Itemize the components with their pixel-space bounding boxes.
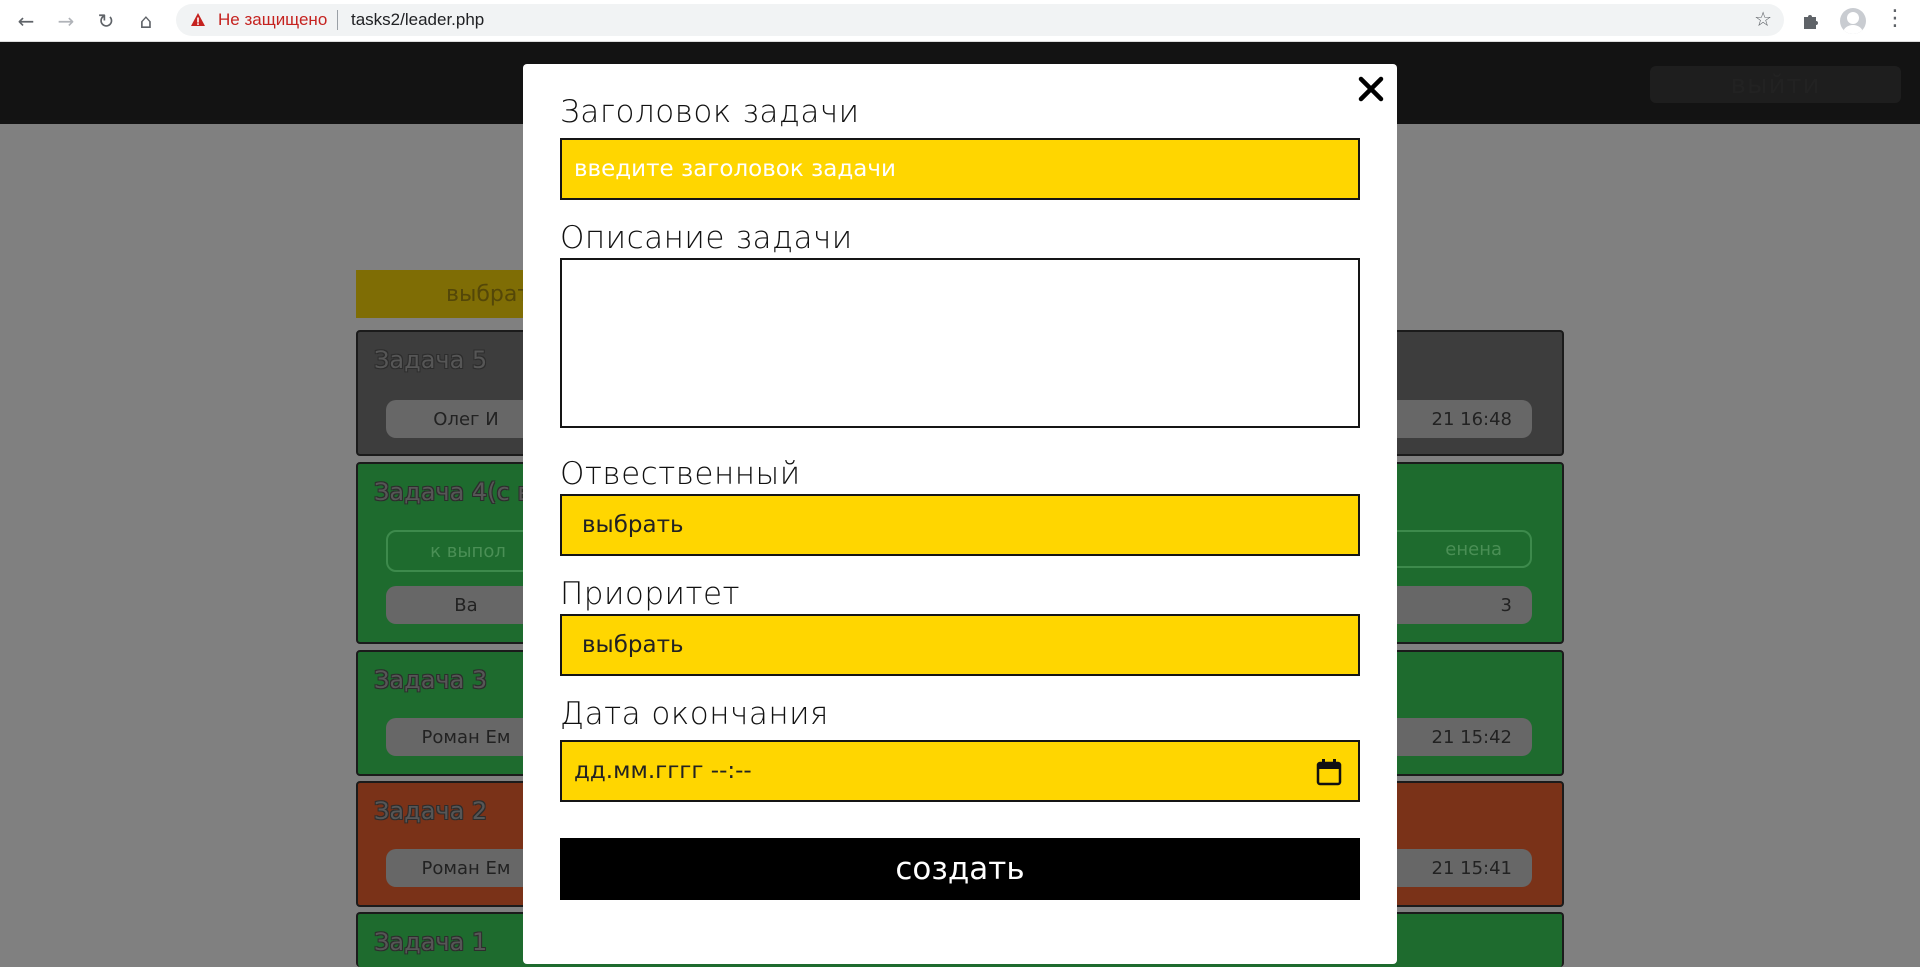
responsible-select[interactable]: выбрать [560, 494, 1360, 556]
task-title: Задача 3 [374, 666, 488, 694]
description-textarea[interactable] [560, 258, 1360, 428]
url-separator [337, 10, 338, 30]
url-text[interactable]: tasks2/leader.php [351, 10, 484, 30]
description-field-label: Описание задачи [560, 220, 853, 256]
reload-icon[interactable]: ↻ [92, 7, 120, 35]
close-icon[interactable] [1356, 74, 1386, 104]
address-bar[interactable]: Не защищено tasks2/leader.php ☆ [176, 4, 1784, 36]
not-secure-label[interactable]: Не защищено [218, 10, 327, 30]
calendar-icon[interactable] [1316, 758, 1342, 786]
task-title: Задача 4(с в [374, 478, 532, 506]
bookmark-star-icon[interactable]: ☆ [1754, 7, 1772, 31]
home-icon[interactable]: ⌂ [132, 7, 160, 35]
profile-avatar[interactable] [1840, 8, 1866, 34]
task-title-input[interactable]: введите заголовок задачи [560, 138, 1360, 200]
priority-field-label: Приоритет [560, 576, 741, 612]
create-button[interactable]: создать [560, 838, 1360, 900]
warning-icon [191, 13, 205, 26]
back-icon[interactable]: ← [12, 7, 40, 35]
responsible-field-label: Отвественный [560, 456, 801, 492]
end-date-field-label: Дата окончания [560, 696, 829, 732]
task-title: Задача 5 [374, 346, 488, 374]
end-date-placeholder: дд.мм.гггг --:-- [574, 758, 752, 784]
browser-toolbar: ← → ↻ ⌂ Не защищено tasks2/leader.php ☆ … [0, 0, 1920, 42]
task-person: Олег И [386, 400, 546, 438]
create-task-modal: Заголовок задачи введите заголовок задач… [523, 64, 1397, 964]
forward-icon[interactable]: → [52, 7, 80, 35]
end-date-input[interactable]: дд.мм.гггг --:-- [560, 740, 1360, 802]
extensions-puzzle-icon[interactable] [1800, 9, 1824, 33]
title-field-label: Заголовок задачи [560, 94, 860, 130]
task-person: Роман Ем [386, 849, 546, 887]
task-person: Роман Ем [386, 718, 546, 756]
task-title: Задача 2 [374, 797, 488, 825]
task-title: Задача 1 [374, 928, 488, 956]
priority-select[interactable]: выбрать [560, 614, 1360, 676]
logout-button[interactable]: выйти [1650, 66, 1901, 103]
browser-menu-icon[interactable]: ⋮ [1884, 6, 1906, 31]
task-person: Ва [386, 586, 546, 624]
